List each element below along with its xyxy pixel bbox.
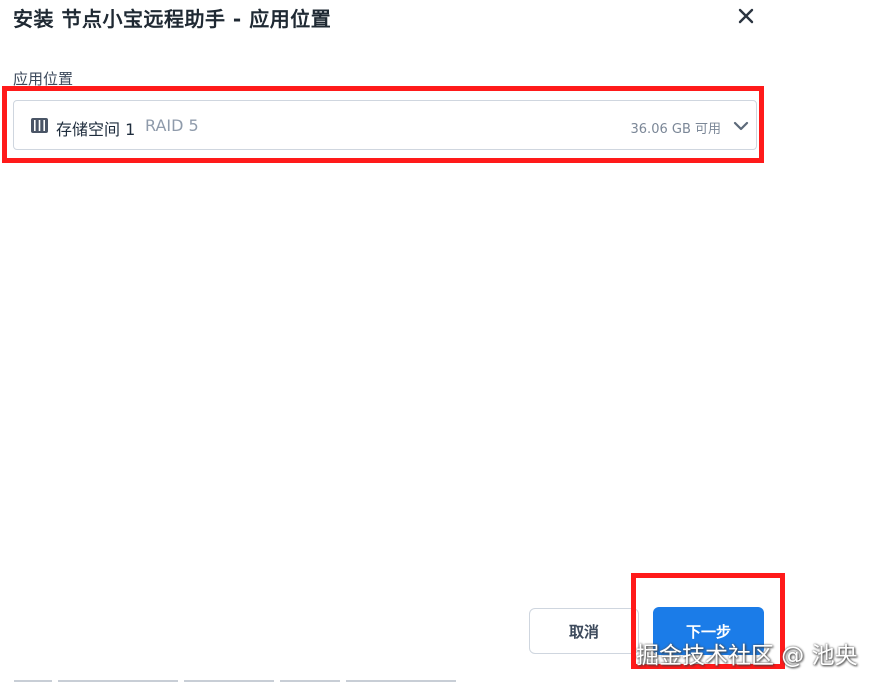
volume-raid-type: RAID 5: [145, 116, 199, 135]
watermark: 掘金技术社区 @ 池央: [636, 643, 858, 669]
dialog-title: 安装 节点小宝远程助手 - 应用位置: [13, 7, 332, 31]
volume-available-space: 36.06 GB 可用: [630, 122, 721, 137]
cancel-button[interactable]: 取消: [529, 608, 639, 654]
chevron-down-icon[interactable]: [732, 117, 750, 135]
volume-name: 存储空间 1: [56, 120, 136, 139]
footer-faint-text: [14, 680, 534, 685]
location-select[interactable]: 存储空间 1 RAID 5 36.06 GB 可用: [13, 100, 757, 150]
install-dialog: 安装 节点小宝远程助手 - 应用位置 应用位置 存储空间 1 RAID 5 36…: [0, 0, 893, 685]
close-button[interactable]: [733, 3, 759, 29]
storage-volume-icon: [31, 118, 48, 133]
location-label: 应用位置: [13, 70, 74, 88]
close-icon: [738, 8, 754, 24]
